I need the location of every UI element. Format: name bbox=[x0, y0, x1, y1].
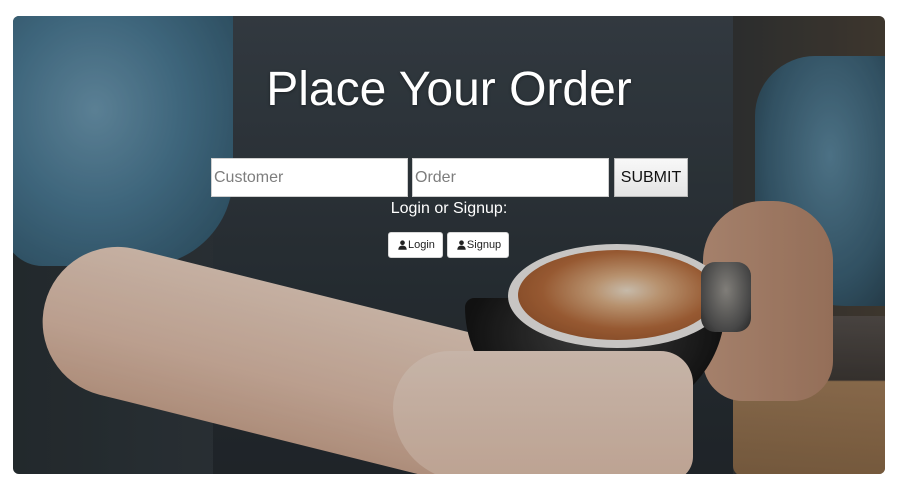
login-button[interactable]: Login bbox=[388, 232, 443, 258]
order-input[interactable] bbox=[412, 158, 609, 197]
customer-input[interactable] bbox=[211, 158, 408, 197]
auth-buttons: Login Signup bbox=[388, 232, 510, 258]
page-title: Place Your Order bbox=[266, 63, 632, 116]
order-form: SUBMIT bbox=[211, 158, 688, 197]
user-icon bbox=[398, 240, 407, 250]
signup-label: Signup bbox=[466, 239, 502, 251]
user-icon bbox=[457, 240, 466, 250]
login-signup-prompt: Login or Signup: bbox=[390, 200, 508, 217]
signup-button[interactable]: Signup bbox=[446, 232, 510, 258]
login-label: Login bbox=[408, 239, 435, 251]
submit-button[interactable]: SUBMIT bbox=[614, 158, 688, 197]
